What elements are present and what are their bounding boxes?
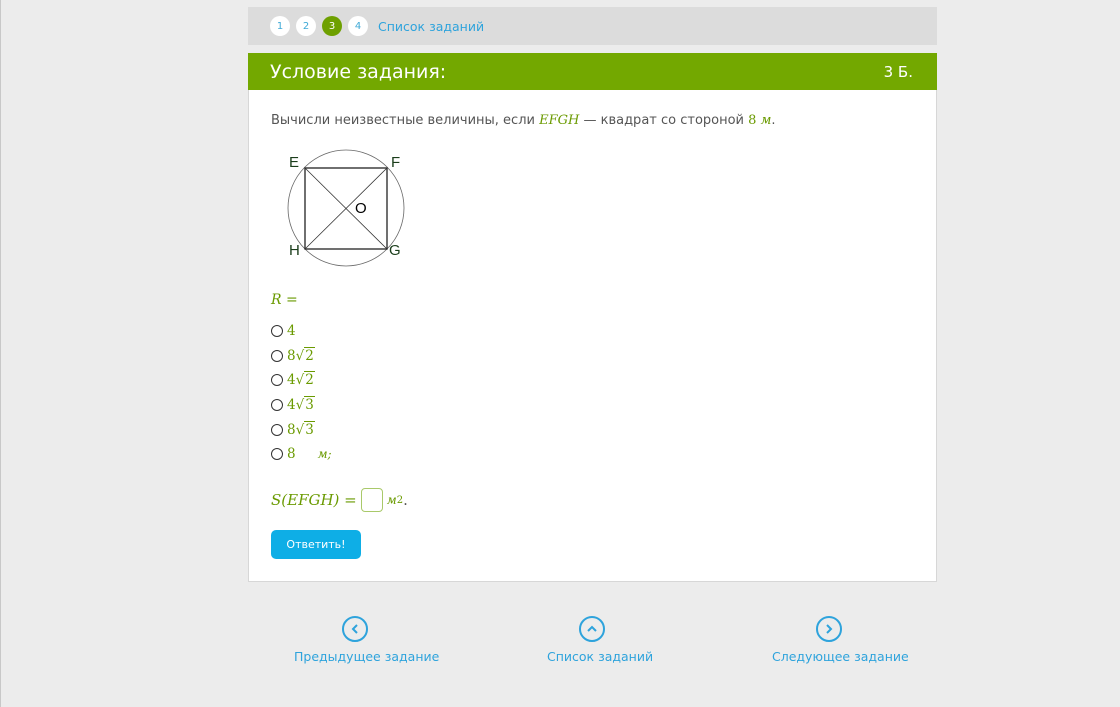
radio-button[interactable] (271, 374, 283, 387)
radio-button[interactable] (271, 448, 283, 461)
square-in-circle-figure: E F O H G (287, 149, 405, 267)
r-label: R = (271, 292, 298, 308)
chevron-right-icon[interactable] (816, 616, 842, 642)
submit-answer-button[interactable]: Ответить! (271, 530, 361, 559)
prev-task-nav[interactable]: Предыдущее задание (294, 616, 439, 664)
side-value: 8 (748, 113, 757, 128)
radio-button[interactable] (271, 349, 283, 362)
radius-options: 4 8 √2 4 √2 4 √3 8 √3 8 м; (271, 319, 332, 467)
side-unit: м (760, 113, 772, 128)
step-3[interactable]: 3 (322, 16, 342, 36)
label-f: F (391, 154, 400, 171)
radio-button[interactable] (271, 423, 283, 436)
task-score: 3 Б. (883, 62, 913, 81)
task-header: Условие задания: 3 Б. (248, 53, 937, 90)
label-h: H (289, 242, 300, 259)
area-unit: м (386, 493, 397, 507)
task-list-link[interactable]: Список заданий (378, 19, 484, 34)
left-edge-divider (0, 0, 1, 707)
step-1[interactable]: 1 (270, 16, 290, 36)
radio-button[interactable] (271, 399, 283, 412)
task-list-nav[interactable]: Список заданий (547, 616, 653, 664)
prev-task-label[interactable]: Предыдущее задание (294, 649, 439, 664)
label-e: E (289, 154, 299, 171)
question-text: Вычисли неизвестные величины, если EFGH … (271, 113, 776, 128)
label-g: G (389, 242, 401, 259)
radio-button[interactable] (271, 325, 283, 338)
radius-unit: м; (317, 447, 332, 462)
task-navigation-bar: 1 2 3 4 Список заданий (248, 7, 937, 45)
option-4-sqrt2[interactable]: 4 √2 (271, 368, 332, 393)
option-8-sqrt2[interactable]: 8 √2 (271, 344, 332, 369)
area-label: S(EFGH) = (271, 491, 357, 509)
label-o: O (355, 200, 367, 217)
chevron-up-icon[interactable] (579, 616, 605, 642)
option-8-sqrt3[interactable]: 8 √3 (271, 417, 332, 442)
option-4-sqrt3[interactable]: 4 √3 (271, 393, 332, 418)
next-task-label[interactable]: Следующее задание (772, 649, 909, 664)
option-4[interactable]: 4 (271, 319, 332, 344)
chevron-left-icon[interactable] (342, 616, 368, 642)
area-answer-input[interactable] (360, 488, 383, 512)
task-card: Условие задания: 3 Б. Вычисли неизвестны… (248, 53, 937, 582)
task-list-label[interactable]: Список заданий (547, 649, 653, 664)
area-question: S(EFGH) = м2. (271, 488, 408, 512)
step-4[interactable]: 4 (348, 16, 368, 36)
next-task-nav[interactable]: Следующее задание (772, 616, 909, 664)
step-2[interactable]: 2 (296, 16, 316, 36)
square-name: EFGH (539, 113, 580, 128)
task-title: Условие задания: (270, 60, 447, 83)
option-8[interactable]: 8 м; (271, 442, 332, 467)
